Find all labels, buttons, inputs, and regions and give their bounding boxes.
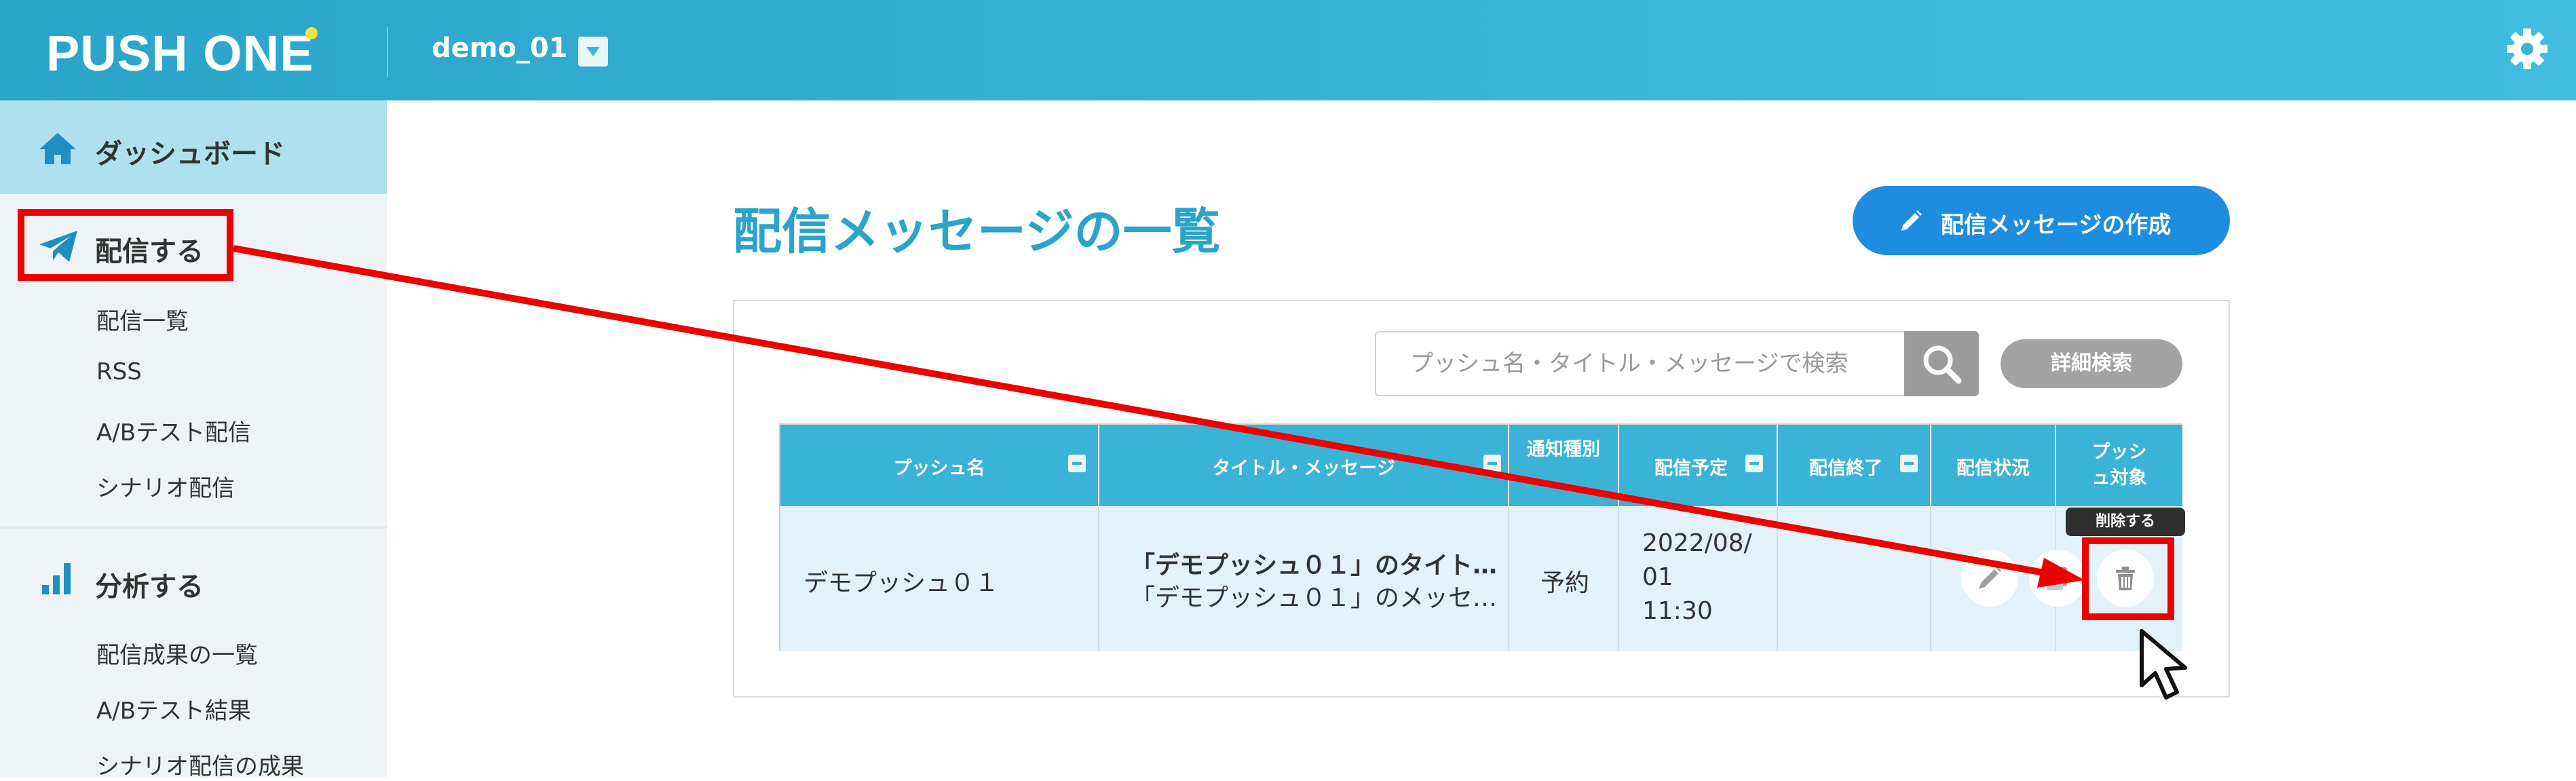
mouse-cursor-icon — [2140, 629, 2187, 700]
